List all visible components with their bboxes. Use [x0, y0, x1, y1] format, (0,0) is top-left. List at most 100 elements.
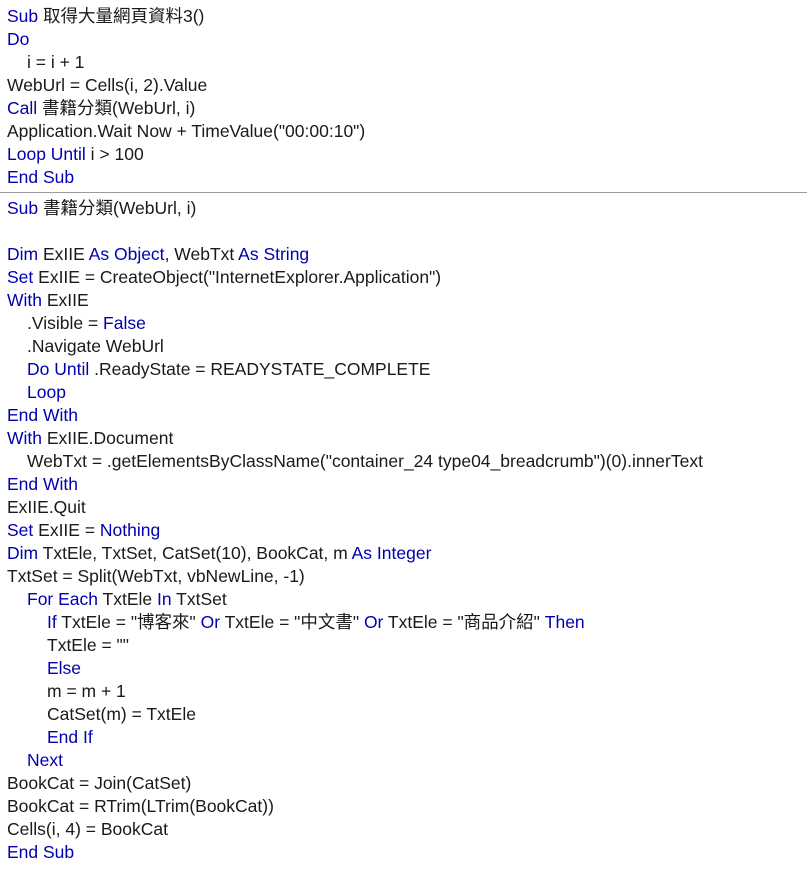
code-line: Do Until .ReadyState = READYSTATE_COMPLE…	[7, 358, 807, 381]
code-text: 書籍分類(WebUrl, i)	[38, 198, 197, 218]
code-keyword: Set	[7, 267, 34, 287]
code-text: TxtSet = Split(WebTxt, vbNewLine, -1)	[7, 566, 305, 586]
code-line: Sub 取得大量網頁資料3()	[7, 5, 807, 28]
code-keyword: End With	[7, 405, 78, 425]
code-line: Set ExIIE = CreateObject("InternetExplor…	[7, 266, 807, 289]
code-keyword: Next	[27, 750, 63, 770]
code-keyword: Sub	[7, 6, 39, 26]
code-text: ExIIE =	[33, 520, 100, 540]
code-keyword: In	[157, 589, 172, 609]
code-text: .ReadyState = READYSTATE_COMPLETE	[89, 359, 431, 379]
code-text: TxtEle = "中文書"	[220, 612, 364, 632]
code-line: End With	[7, 404, 807, 427]
code-keyword: Sub	[7, 198, 39, 218]
code-text: TxtEle = "商品介紹"	[383, 612, 545, 632]
code-line: Else	[7, 657, 807, 680]
code-line: Cells(i, 4) = BookCat	[7, 818, 807, 841]
code-line: CatSet(m) = TxtEle	[7, 703, 807, 726]
code-text: CatSet(m) = TxtEle	[47, 704, 196, 724]
code-text: WebTxt = .getElementsByClassName("contai…	[27, 451, 703, 471]
code-text: TxtEle	[98, 589, 158, 609]
code-line: For Each TxtEle In TxtSet	[7, 588, 807, 611]
code-text: TxtSet	[171, 589, 227, 609]
code-keyword: Do Until	[27, 359, 90, 379]
code-line: BookCat = RTrim(LTrim(BookCat))	[7, 795, 807, 818]
code-keyword: Loop Until	[7, 144, 86, 164]
code-text: WebUrl = Cells(i, 2).Value	[7, 75, 208, 95]
code-line: Dim ExIIE As Object, WebTxt As String	[7, 243, 807, 266]
code-editor[interactable]: Sub 取得大量網頁資料3() Do i = i + 1 WebUrl = Cells…	[0, 0, 807, 885]
code-line: Next	[7, 749, 807, 772]
code-keyword: End If	[47, 727, 93, 747]
code-line: End Sub	[7, 166, 807, 189]
code-text: i = i + 1	[27, 52, 85, 72]
code-line: End With	[7, 473, 807, 496]
procedure-block-main: Sub 取得大量網頁資料3() Do i = i + 1 WebUrl = Cells…	[0, 0, 807, 189]
code-text: ExIIE = CreateObject("InternetExplorer.A…	[33, 267, 442, 287]
code-line: Call 書籍分類(WebUrl, i)	[7, 97, 807, 120]
code-text: Cells(i, 4) = BookCat	[7, 819, 168, 839]
code-keyword: End Sub	[7, 842, 75, 862]
code-line: Sub 書籍分類(WebUrl, i)	[7, 197, 807, 220]
procedure-block-book-category: Sub 書籍分類(WebUrl, i) Dim ExIIE As Object, …	[0, 197, 807, 864]
code-keyword: Or	[363, 612, 384, 632]
code-keyword: With	[7, 428, 42, 448]
code-text: ExIIE	[42, 290, 89, 310]
code-text: 書籍分類(WebUrl, i)	[37, 98, 196, 118]
code-line: i = i + 1	[7, 51, 807, 74]
code-keyword: Dim	[7, 244, 39, 264]
code-text: BookCat = RTrim(LTrim(BookCat))	[7, 796, 274, 816]
code-keyword: As String	[238, 244, 310, 264]
code-line: If TxtEle = "博客來" Or TxtEle = "中文書" Or T…	[7, 611, 807, 634]
code-text: BookCat = Join(CatSet)	[7, 773, 192, 793]
code-line: m = m + 1	[7, 680, 807, 703]
code-keyword: With	[7, 290, 42, 310]
code-line: .Navigate WebUrl	[7, 335, 807, 358]
code-text: ExIIE.Quit	[7, 497, 86, 517]
code-line: WebUrl = Cells(i, 2).Value	[7, 74, 807, 97]
code-keyword: Then	[544, 612, 585, 632]
code-line: Loop	[7, 381, 807, 404]
code-keyword: For Each	[27, 589, 98, 609]
code-line: TxtEle = ""	[7, 634, 807, 657]
code-keyword: End With	[7, 474, 78, 494]
code-keyword: Call	[7, 98, 38, 118]
code-keyword: End Sub	[7, 167, 75, 187]
code-line: With ExIIE	[7, 289, 807, 312]
code-keyword: As Object	[88, 244, 165, 264]
code-line: Set ExIIE = Nothing	[7, 519, 807, 542]
code-keyword: Nothing	[99, 520, 161, 540]
code-line: Application.Wait Now + TimeValue("00:00:…	[7, 120, 807, 143]
code-line: ExIIE.Quit	[7, 496, 807, 519]
code-keyword: Set	[7, 520, 34, 540]
procedure-separator	[0, 192, 807, 193]
code-text: ExIIE.Document	[42, 428, 174, 448]
code-keyword: Dim	[7, 543, 39, 563]
code-line: BookCat = Join(CatSet)	[7, 772, 807, 795]
code-line: End If	[7, 726, 807, 749]
code-keyword: Do	[7, 29, 30, 49]
code-text: 取得大量網頁資料3()	[38, 6, 205, 26]
code-text: .Visible =	[27, 313, 104, 333]
code-keyword: If	[47, 612, 57, 632]
code-keyword: As Integer	[351, 543, 432, 563]
code-text: Application.Wait Now + TimeValue("00:00:…	[7, 121, 366, 141]
code-text: TxtEle = "博客來"	[56, 612, 201, 632]
code-line: TxtSet = Split(WebTxt, vbNewLine, -1)	[7, 565, 807, 588]
code-text: , WebTxt	[164, 244, 239, 264]
code-text: TxtEle, TxtSet, CatSet(10), BookCat, m	[38, 543, 352, 563]
code-text: TxtEle = ""	[47, 635, 129, 655]
code-text: ExIIE	[38, 244, 89, 264]
code-line: End Sub	[7, 841, 807, 864]
code-line: Loop Until i > 100	[7, 143, 807, 166]
code-line: Do	[7, 28, 807, 51]
code-line: .Visible = False	[7, 312, 807, 335]
code-line: Dim TxtEle, TxtSet, CatSet(10), BookCat,…	[7, 542, 807, 565]
code-keyword: False	[103, 313, 146, 333]
code-line: WebTxt = .getElementsByClassName("contai…	[7, 450, 807, 473]
code-text: m = m + 1	[47, 681, 126, 701]
code-keyword: Else	[47, 658, 82, 678]
code-keyword: Or	[200, 612, 221, 632]
code-text: .Navigate WebUrl	[27, 336, 164, 356]
